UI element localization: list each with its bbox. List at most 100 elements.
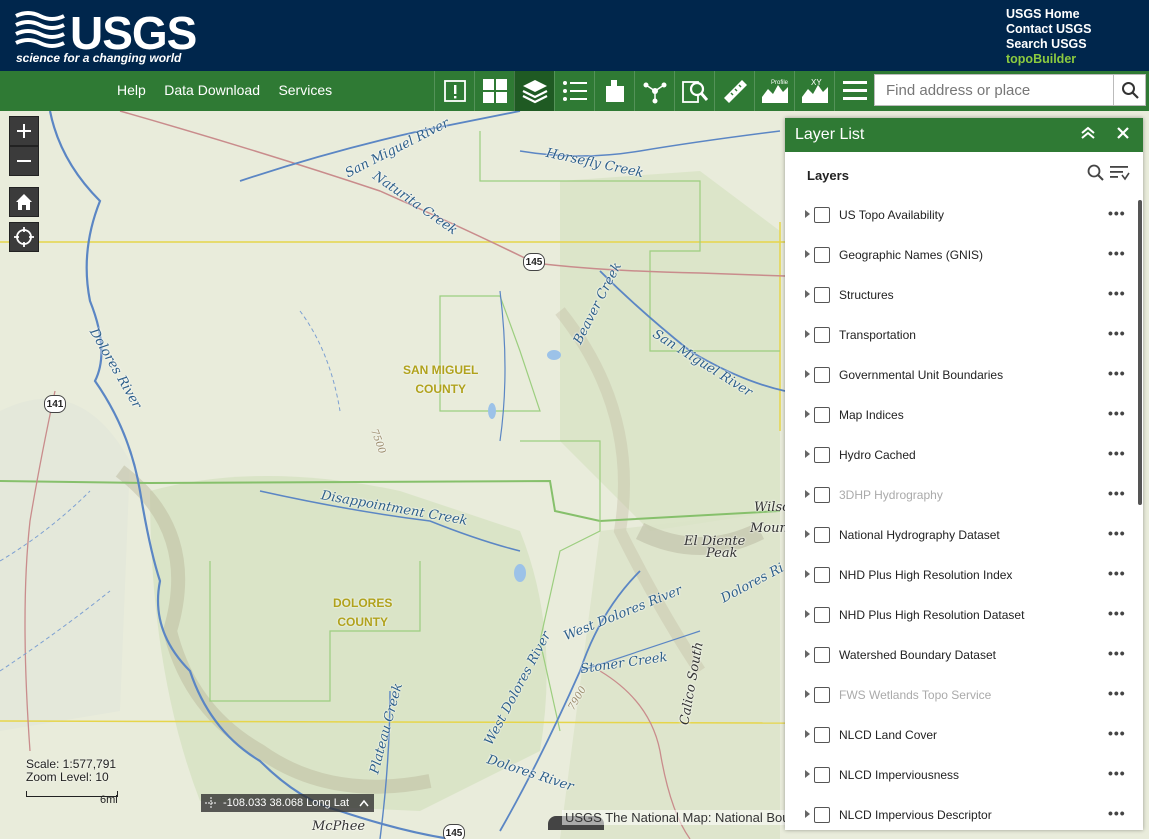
- basemap-gallery-button[interactable]: [474, 71, 514, 111]
- zoom-in-button[interactable]: [9, 116, 39, 146]
- chevron-up-icon[interactable]: [359, 799, 369, 807]
- close-panel-button[interactable]: [1117, 126, 1129, 144]
- search-usgs-link[interactable]: Search USGS: [1006, 37, 1091, 52]
- expand-caret-icon[interactable]: [805, 410, 810, 418]
- more-options-icon[interactable]: •••: [1108, 525, 1126, 541]
- layer-row[interactable]: 3DHP Hydrography •••: [785, 476, 1137, 516]
- expand-caret-icon[interactable]: [805, 290, 810, 298]
- layer-row[interactable]: NHD Plus High Resolution Index •••: [785, 556, 1137, 596]
- layer-row[interactable]: National Hydrography Dataset •••: [785, 516, 1137, 556]
- layer-row[interactable]: Governmental Unit Boundaries •••: [785, 356, 1137, 396]
- services-link[interactable]: Services: [278, 82, 332, 98]
- data-download-link[interactable]: Data Download: [164, 82, 260, 98]
- zoom-out-button[interactable]: [9, 146, 39, 176]
- layer-row[interactable]: Geographic Names (GNIS) •••: [785, 236, 1137, 276]
- layer-visibility-checkbox[interactable]: [814, 807, 830, 823]
- more-options-icon[interactable]: •••: [1108, 205, 1126, 221]
- expand-caret-icon[interactable]: [805, 370, 810, 378]
- layer-visibility-checkbox[interactable]: [814, 567, 830, 583]
- expand-caret-icon[interactable]: [805, 570, 810, 578]
- expand-caret-icon[interactable]: [805, 610, 810, 618]
- layer-visibility-checkbox[interactable]: [814, 207, 830, 223]
- expand-caret-icon[interactable]: [805, 250, 810, 258]
- route-shield-145-south: 145: [443, 824, 465, 839]
- layer-visibility-checkbox[interactable]: [814, 647, 830, 663]
- expand-caret-icon[interactable]: [805, 490, 810, 498]
- query-button[interactable]: [674, 71, 714, 111]
- layer-visibility-checkbox[interactable]: [814, 527, 830, 543]
- layer-options-button[interactable]: [1110, 165, 1130, 186]
- profile-button[interactable]: Profile: [754, 71, 794, 111]
- contact-usgs-link[interactable]: Contact USGS: [1006, 22, 1091, 37]
- more-options-icon[interactable]: •••: [1108, 605, 1126, 621]
- expand-caret-icon[interactable]: [805, 530, 810, 538]
- layer-visibility-checkbox[interactable]: [814, 487, 830, 503]
- more-options-icon[interactable]: •••: [1108, 805, 1126, 821]
- expand-caret-icon[interactable]: [805, 690, 810, 698]
- more-options-icon[interactable]: •••: [1108, 325, 1126, 341]
- layer-visibility-checkbox[interactable]: [814, 327, 830, 343]
- more-options-icon[interactable]: •••: [1108, 445, 1126, 461]
- layer-visibility-checkbox[interactable]: [814, 767, 830, 783]
- layer-row[interactable]: Transportation •••: [785, 316, 1137, 356]
- alert-button[interactable]: [434, 71, 474, 111]
- more-options-icon[interactable]: •••: [1108, 245, 1126, 261]
- more-options-icon[interactable]: •••: [1108, 685, 1126, 701]
- layer-row[interactable]: Watershed Boundary Dataset •••: [785, 636, 1137, 676]
- layer-row[interactable]: US Topo Availability •••: [785, 196, 1137, 236]
- legend-button[interactable]: [554, 71, 594, 111]
- measure-button[interactable]: [714, 71, 754, 111]
- layer-visibility-checkbox[interactable]: [814, 607, 830, 623]
- locate-button[interactable]: [9, 222, 39, 252]
- help-link[interactable]: Help: [117, 82, 146, 98]
- usgs-home-link[interactable]: USGS Home: [1006, 7, 1091, 22]
- layer-list-button[interactable]: [514, 71, 554, 111]
- layer-row[interactable]: NHD Plus High Resolution Dataset •••: [785, 596, 1137, 636]
- layer-row[interactable]: NLCD Land Cover •••: [785, 716, 1137, 756]
- more-options-icon[interactable]: •••: [1108, 565, 1126, 581]
- layer-name: NLCD Imperviousness: [839, 768, 960, 782]
- more-options-icon[interactable]: •••: [1108, 645, 1126, 661]
- profile-icon: Profile: [761, 80, 788, 103]
- panel-scrollbar[interactable]: [1138, 200, 1142, 505]
- layer-row[interactable]: Map Indices •••: [785, 396, 1137, 436]
- home-button[interactable]: [9, 187, 39, 217]
- layer-visibility-checkbox[interactable]: [814, 687, 830, 703]
- search-button[interactable]: [1113, 74, 1146, 106]
- more-options-icon[interactable]: •••: [1108, 285, 1126, 301]
- layer-row[interactable]: Hydro Cached •••: [785, 436, 1137, 476]
- expand-caret-icon[interactable]: [805, 810, 810, 818]
- expand-caret-icon[interactable]: [805, 770, 810, 778]
- expand-caret-icon[interactable]: [805, 450, 810, 458]
- layer-row[interactable]: FWS Wetlands Topo Service •••: [785, 676, 1137, 716]
- more-options-icon[interactable]: •••: [1108, 405, 1126, 421]
- share-button[interactable]: [634, 71, 674, 111]
- more-options-icon[interactable]: •••: [1108, 765, 1126, 781]
- expand-caret-icon[interactable]: [805, 210, 810, 218]
- layer-visibility-checkbox[interactable]: [814, 447, 830, 463]
- search-input[interactable]: Find address or place: [874, 74, 1114, 106]
- collapse-panel-button[interactable]: [1081, 126, 1095, 145]
- layer-visibility-checkbox[interactable]: [814, 287, 830, 303]
- layer-row[interactable]: Structures •••: [785, 276, 1137, 316]
- layer-search-button[interactable]: [1087, 164, 1104, 186]
- xy-profile-button[interactable]: XY: [794, 71, 834, 111]
- expand-caret-icon[interactable]: [805, 730, 810, 738]
- topobuilder-link[interactable]: topoBuilder: [1006, 52, 1091, 67]
- alert-icon: [443, 80, 466, 102]
- more-options-icon[interactable]: •••: [1108, 725, 1126, 741]
- menu-button[interactable]: [834, 71, 874, 111]
- layer-visibility-checkbox[interactable]: [814, 407, 830, 423]
- usgs-logo[interactable]: USGS science for a changing world: [14, 7, 197, 66]
- more-options-icon[interactable]: •••: [1108, 365, 1126, 381]
- layer-visibility-checkbox[interactable]: [814, 247, 830, 263]
- bookmark-button[interactable]: [594, 71, 634, 111]
- layer-visibility-checkbox[interactable]: [814, 727, 830, 743]
- expand-caret-icon[interactable]: [805, 330, 810, 338]
- expand-caret-icon[interactable]: [805, 650, 810, 658]
- more-options-icon[interactable]: •••: [1108, 485, 1126, 501]
- layer-row[interactable]: NLCD Impervious Descriptor •••: [785, 796, 1137, 830]
- layer-row[interactable]: NLCD Imperviousness •••: [785, 756, 1137, 796]
- coordinate-widget[interactable]: -108.033 38.068 Long Lat: [201, 794, 374, 812]
- layer-visibility-checkbox[interactable]: [814, 367, 830, 383]
